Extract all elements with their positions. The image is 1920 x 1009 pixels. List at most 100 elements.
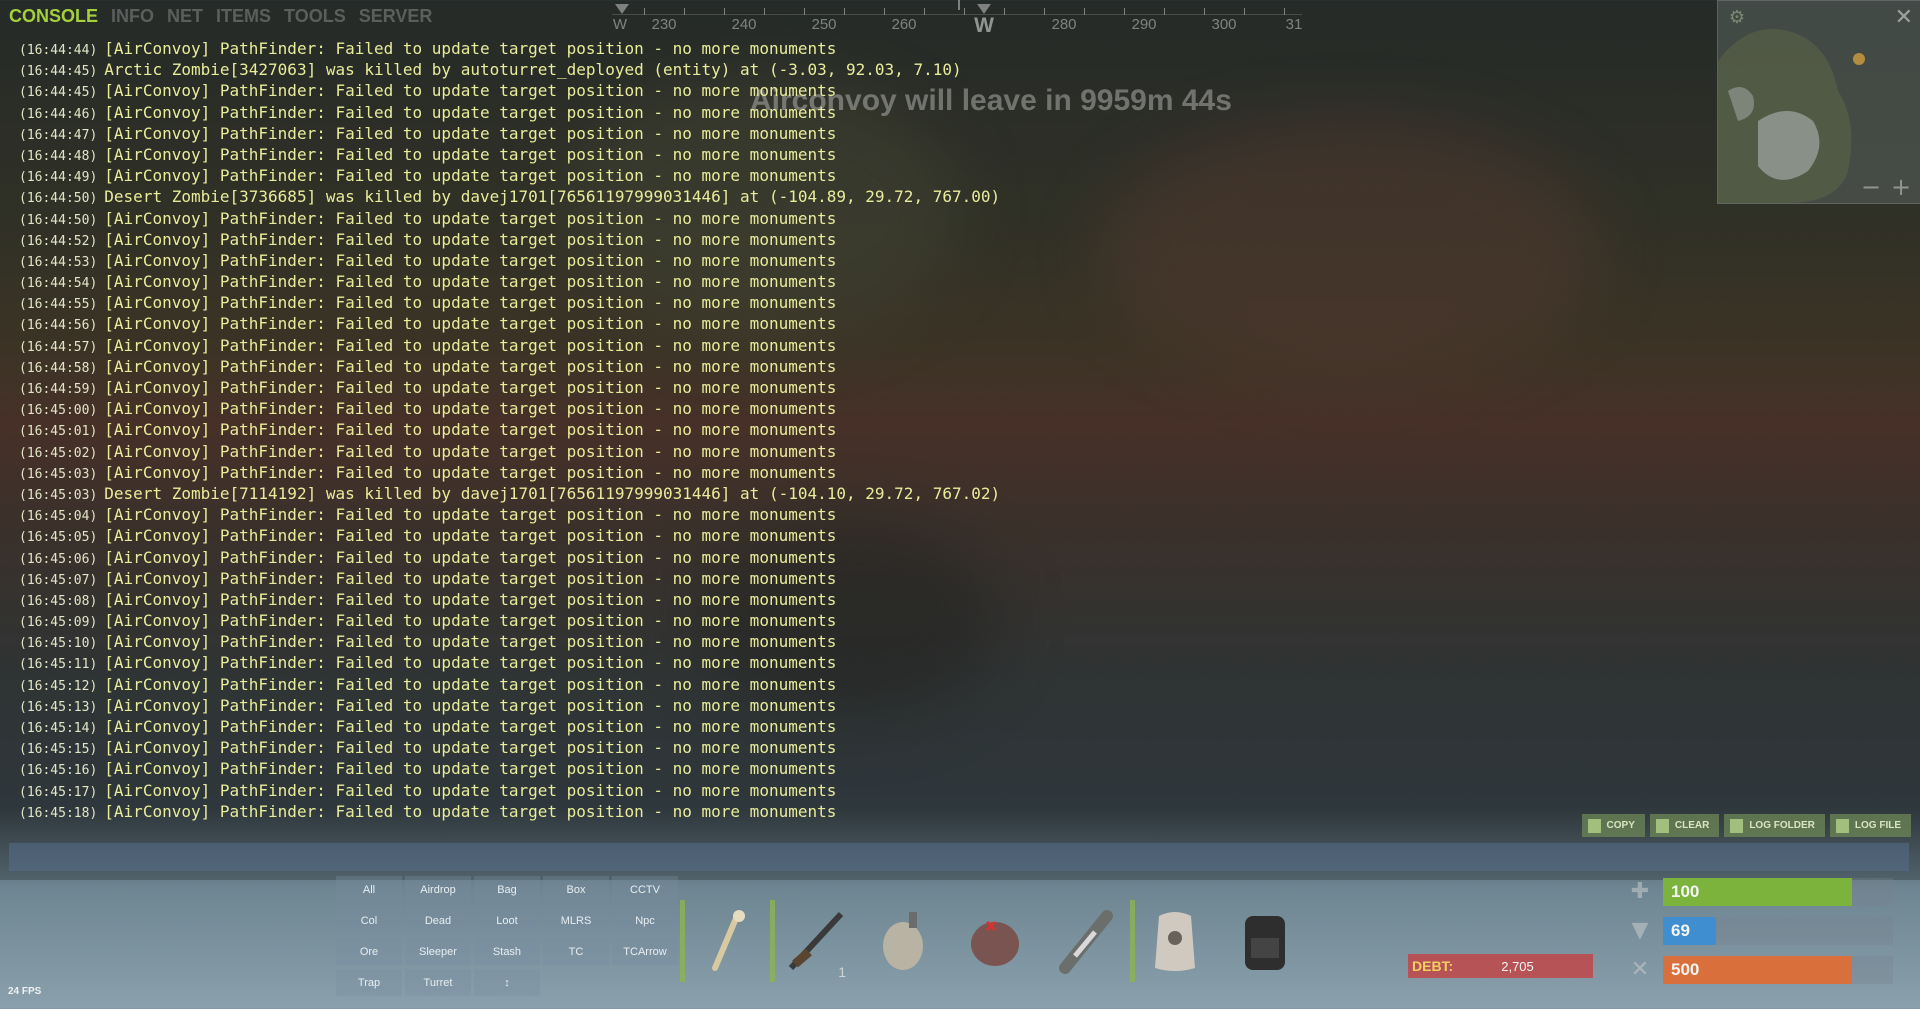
filter-tcarrow-button[interactable]: TCArrow bbox=[612, 938, 678, 965]
map-zoom-in-icon[interactable]: + bbox=[1889, 175, 1913, 199]
filter-col-button[interactable]: Col bbox=[336, 907, 402, 934]
console-buttons: COPY CLEAR LOG FOLDER LOG FILE bbox=[1581, 814, 1911, 837]
log-timestamp: (16:45:15) bbox=[19, 742, 98, 758]
filter-bag-button[interactable]: Bag bbox=[474, 876, 540, 903]
compass-tick bbox=[884, 8, 885, 15]
log-message: [AirConvoy] PathFinder: Failed to update… bbox=[104, 335, 837, 355]
log-message: [AirConvoy] PathFinder: Failed to update… bbox=[104, 759, 837, 779]
compass-label: 250 bbox=[811, 16, 837, 33]
log-timestamp: (16:45:03) bbox=[19, 466, 98, 482]
compass-tick bbox=[1284, 8, 1285, 15]
log-line: (16:44:55) [AirConvoy] PathFinder: Failed… bbox=[19, 292, 1169, 313]
filter-sort-button[interactable]: ↕ bbox=[474, 969, 540, 996]
log-line: (16:44:54) [AirConvoy] PathFinder: Failed… bbox=[19, 271, 1169, 292]
log-message: [AirConvoy] PathFinder: Failed to update… bbox=[104, 801, 837, 821]
filter-npc-button[interactable]: Npc bbox=[612, 907, 678, 934]
hotbar-slot[interactable] bbox=[950, 898, 1036, 984]
map-close-icon[interactable]: ✕ bbox=[1895, 5, 1913, 30]
filter-mlrs-button[interactable]: MLRS bbox=[543, 907, 609, 934]
compass-label: 280 bbox=[1051, 16, 1077, 33]
minimap[interactable]: ⚙ ✕ − + bbox=[1717, 0, 1920, 204]
hotbar-slot[interactable] bbox=[1220, 898, 1306, 984]
filter-cctv-button[interactable]: CCTV bbox=[612, 876, 678, 903]
food-icon: ✕ bbox=[1630, 957, 1650, 982]
filter-ore-button[interactable]: Ore bbox=[336, 938, 402, 965]
compass-label: 31 bbox=[1285, 16, 1303, 33]
log-message: [AirConvoy] PathFinder: Failed to update… bbox=[104, 378, 837, 397]
log-timestamp: (16:44:57) bbox=[19, 339, 98, 355]
log-message: [AirConvoy] PathFinder: Failed to update… bbox=[104, 229, 837, 249]
log-timestamp: (16:44:45) bbox=[19, 64, 98, 80]
log-line: (16:44:48) [AirConvoy] PathFinder: Failed… bbox=[19, 144, 1169, 165]
log-folder-button[interactable]: LOG FOLDER bbox=[1724, 814, 1825, 837]
grenade-icon bbox=[875, 908, 935, 974]
log-timestamp: (16:45:10) bbox=[19, 636, 98, 652]
log-message: [AirConvoy] PathFinder: Failed to update… bbox=[104, 547, 837, 567]
compass-tick bbox=[804, 8, 805, 15]
tab-tools[interactable]: TOOLS bbox=[284, 6, 346, 27]
filter-tc-button[interactable]: TC bbox=[543, 938, 609, 965]
log-timestamp: (16:44:45) bbox=[19, 85, 98, 101]
filter-airdrop-button[interactable]: Airdrop bbox=[405, 876, 471, 903]
log-message: [AirConvoy] PathFinder: Failed to update… bbox=[104, 102, 837, 122]
console-input[interactable] bbox=[9, 843, 1909, 871]
log-line: (16:45:03) [AirConvoy] PathFinder: Failed… bbox=[19, 462, 1169, 483]
filter-loot-button[interactable]: Loot bbox=[474, 907, 540, 934]
log-timestamp: (16:45:16) bbox=[19, 763, 98, 779]
compass-label: 290 bbox=[1131, 16, 1157, 33]
debt-label: DEBT: bbox=[1412, 958, 1454, 974]
water-stat: ▼ 69 bbox=[1627, 916, 1893, 946]
hazmat-icon bbox=[1145, 908, 1205, 974]
filter-box-button[interactable]: Box bbox=[543, 876, 609, 903]
hotbar-slot[interactable]: 1 bbox=[770, 898, 856, 984]
log-message: Desert Zombie[7114192] was killed by dav… bbox=[104, 483, 1001, 503]
tab-server[interactable]: SERVER bbox=[359, 6, 433, 27]
filter-turret-button[interactable]: Turret bbox=[405, 969, 471, 996]
tab-info[interactable]: INFO bbox=[111, 6, 154, 27]
compass-label: W bbox=[612, 16, 628, 33]
filter-stash-button[interactable]: Stash bbox=[474, 938, 540, 965]
log-timestamp: (16:44:59) bbox=[19, 382, 98, 397]
log-message: [AirConvoy] PathFinder: Failed to update… bbox=[104, 653, 837, 673]
tab-net[interactable]: NET bbox=[167, 6, 203, 27]
log-message: [AirConvoy] PathFinder: Failed to update… bbox=[104, 39, 837, 58]
file-icon bbox=[1835, 818, 1849, 833]
map-settings-icon[interactable]: ⚙ bbox=[1726, 7, 1748, 29]
log-line: (16:44:52) [AirConvoy] PathFinder: Failed… bbox=[19, 229, 1169, 250]
button-label: COPY bbox=[1606, 820, 1635, 831]
log-message: [AirConvoy] PathFinder: Failed to update… bbox=[104, 293, 837, 313]
compass-tick bbox=[764, 8, 765, 15]
log-message: [AirConvoy] PathFinder: Failed to update… bbox=[104, 632, 837, 652]
console-log[interactable]: (16:44:44) [AirConvoy] PathFinder: Failed… bbox=[19, 38, 1169, 822]
filter-dead-button[interactable]: Dead bbox=[405, 907, 471, 934]
tab-items[interactable]: ITEMS bbox=[216, 6, 271, 27]
slot-indicator bbox=[1130, 900, 1135, 982]
log-line: (16:45:02) [AirConvoy] PathFinder: Failed… bbox=[19, 441, 1169, 462]
compass-tick bbox=[1244, 8, 1245, 15]
debt-value: 2,705 bbox=[1501, 958, 1534, 974]
log-timestamp: (16:44:56) bbox=[19, 318, 98, 334]
clear-button[interactable]: CLEAR bbox=[1649, 814, 1720, 837]
copy-button[interactable]: COPY bbox=[1581, 814, 1645, 837]
filter-trap-button[interactable]: Trap bbox=[336, 969, 402, 996]
log-timestamp: (16:44:46) bbox=[19, 106, 98, 122]
map-zoom-out-icon[interactable]: − bbox=[1859, 175, 1883, 199]
hotbar-slot[interactable] bbox=[680, 898, 766, 984]
water-icon: ▼ bbox=[1631, 918, 1649, 943]
hotbar-slot[interactable] bbox=[1040, 898, 1126, 984]
filter-sleeper-button[interactable]: Sleeper bbox=[405, 938, 471, 965]
hotbar-slot[interactable] bbox=[860, 898, 946, 984]
filter-all-button[interactable]: All bbox=[336, 876, 402, 903]
tab-console[interactable]: CONSOLE bbox=[9, 6, 98, 27]
log-file-button[interactable]: LOG FILE bbox=[1829, 814, 1911, 837]
log-line: (16:45:14) [AirConvoy] PathFinder: Failed… bbox=[19, 716, 1169, 737]
log-line: (16:45:17) [AirConvoy] PathFinder: Failed… bbox=[19, 780, 1169, 801]
compass-tick bbox=[964, 8, 965, 15]
log-timestamp: (16:44:54) bbox=[19, 276, 98, 292]
log-line: (16:45:16) [AirConvoy] PathFinder: Failed… bbox=[19, 758, 1169, 779]
log-line: (16:45:09) [AirConvoy] PathFinder: Failed… bbox=[19, 610, 1169, 631]
log-line: (16:45:15) [AirConvoy] PathFinder: Failed… bbox=[19, 737, 1169, 758]
log-message: [AirConvoy] PathFinder: Failed to update… bbox=[104, 526, 837, 546]
hotbar-slot[interactable] bbox=[1130, 898, 1216, 984]
compass-label: 300 bbox=[1211, 16, 1237, 33]
